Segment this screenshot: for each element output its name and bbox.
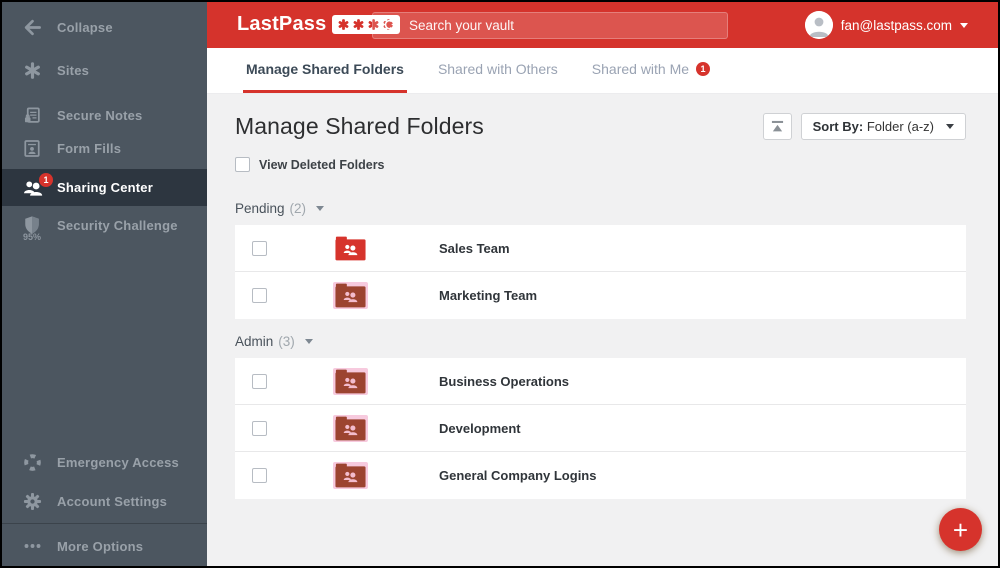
tab-bar: Manage Shared Folders Shared with Others…	[207, 48, 998, 94]
sidebar-item-form-fills[interactable]: Form Fills	[2, 132, 207, 164]
account-menu[interactable]: fan@lastpass.com	[804, 11, 968, 39]
tab-shared-with-others[interactable]: Shared with Others	[435, 48, 561, 93]
main-content: Manage Shared Folders Sort By: Folder (a…	[207, 94, 998, 566]
icon-cell	[319, 282, 381, 309]
tab-label: Shared with Me	[591, 61, 690, 77]
sidebar-item-label: Secure Notes	[57, 107, 143, 123]
sidebar-item-label: Security Challenge	[57, 217, 178, 233]
tab-label: Shared with Others	[437, 61, 558, 77]
page-title: Manage Shared Folders	[235, 113, 484, 139]
account-email: fan@lastpass.com	[840, 17, 952, 33]
view-deleted-checkbox[interactable]	[235, 157, 250, 172]
group-count: (3)	[278, 334, 295, 349]
content-header: Manage Shared Folders Sort By: Folder (a…	[235, 113, 966, 140]
group-header-admin[interactable]: Admin (3)	[235, 334, 966, 349]
folder-name: Marketing Team	[439, 288, 538, 303]
shared-folder-icon	[332, 282, 368, 309]
folder-name: Business Operations	[439, 373, 570, 389]
search-input[interactable]	[409, 18, 717, 33]
group-header-pending[interactable]: Pending (2)	[235, 201, 966, 216]
shared-folder-icon	[332, 414, 368, 442]
sidebar-item-label: Sharing Center	[57, 180, 153, 195]
sidebar-item-secure-notes[interactable]: Secure Notes	[2, 99, 207, 131]
sidebar-item-label: Form Fills	[57, 140, 122, 156]
folder-row[interactable]: General Company Logins	[235, 452, 966, 499]
sidebar-item-label: Emergency Access	[57, 454, 179, 470]
folder-name: General Company Logins	[439, 468, 597, 483]
row-checkbox[interactable]	[252, 240, 267, 256]
folder-list-pending: Sales Team Marketing Team	[235, 225, 966, 319]
security-score: 95%	[22, 232, 41, 242]
sidebar-item-label: Collapse	[57, 19, 113, 35]
gear-icon	[19, 492, 45, 511]
row-checkbox[interactable]	[252, 468, 267, 483]
chevron-down-icon	[946, 124, 954, 129]
search-icon	[383, 18, 399, 34]
sidebar-item-label: Account Settings	[57, 493, 168, 509]
lastpass-logo-text: LastPass	[237, 13, 327, 35]
group-count: (2)	[289, 201, 307, 216]
life-ring-icon	[19, 453, 45, 472]
secure-note-icon	[19, 106, 45, 125]
folder-name: Development	[439, 420, 521, 436]
row-checkbox[interactable]	[252, 288, 267, 303]
tab-shared-with-me[interactable]: Shared with Me 1	[589, 48, 713, 93]
header-controls: Sort By: Folder (a-z)	[762, 113, 966, 140]
collapse-all-button[interactable]	[762, 113, 792, 140]
sort-value: Folder (a-z)	[866, 119, 934, 134]
vault-search	[372, 12, 728, 39]
icon-cell	[319, 462, 381, 489]
sidebar-item-sites[interactable]: Sites	[2, 54, 207, 86]
view-deleted-folders-toggle[interactable]: View Deleted Folders	[235, 157, 966, 172]
shared-folder-icon	[332, 367, 368, 395]
chevron-down-icon	[960, 22, 968, 28]
lastpass-vault-window: Collapse Sites Secure Notes Form Fills 1	[0, 0, 1000, 568]
folder-row[interactable]: Marketing Team	[235, 272, 966, 319]
arrow-left-icon	[19, 18, 45, 37]
folder-row[interactable]: Sales Team	[235, 225, 966, 272]
sidebar-item-sharing-center[interactable]: 1 Sharing Center	[2, 169, 207, 206]
tab-label: Manage Shared Folders	[246, 61, 404, 77]
sort-dropdown[interactable]: Sort By: Folder (a-z)	[800, 113, 966, 140]
sidebar-item-collapse[interactable]: Collapse	[2, 11, 207, 43]
icon-cell	[319, 235, 381, 262]
sidebar: Collapse Sites Secure Notes Form Fills 1	[2, 2, 207, 566]
sidebar-item-label: Sites	[57, 62, 90, 78]
shared-with-me-badge: 1	[696, 62, 711, 76]
shared-folder-icon	[333, 235, 368, 262]
avatar	[804, 11, 833, 39]
ellipsis-icon	[19, 543, 45, 549]
topbar: LastPass fan@lastpass.com	[207, 2, 998, 48]
icon-cell	[319, 367, 381, 395]
row-checkbox[interactable]	[252, 420, 267, 436]
sharing-people-icon: 1	[19, 172, 53, 197]
sidebar-item-label: More Options	[57, 538, 144, 554]
sidebar-item-emergency-access[interactable]: Emergency Access	[2, 446, 207, 478]
view-deleted-label: View Deleted Folders	[259, 157, 385, 172]
row-checkbox[interactable]	[252, 373, 267, 389]
sharing-center-badge: 1	[39, 172, 53, 187]
folder-row[interactable]: Development	[235, 405, 966, 452]
chevron-down-icon	[316, 206, 325, 211]
collapse-all-icon	[770, 120, 785, 133]
asterisk-icon	[19, 61, 45, 80]
sidebar-item-security-challenge[interactable]: Security Challenge 95%	[2, 209, 207, 242]
icon-cell	[319, 414, 381, 442]
folder-list-admin: Business Operations Development General …	[235, 358, 966, 499]
sidebar-divider	[2, 523, 207, 524]
shared-folder-icon	[332, 462, 368, 489]
folder-row[interactable]: Business Operations	[235, 358, 966, 405]
add-shared-folder-button[interactable]: +	[939, 508, 982, 551]
folder-name: Sales Team	[439, 240, 510, 256]
sort-label: Sort By:	[812, 119, 864, 134]
sidebar-item-more-options[interactable]: More Options	[2, 530, 207, 562]
sidebar-item-account-settings[interactable]: Account Settings	[2, 485, 207, 517]
group-name: Pending	[235, 201, 285, 216]
form-fill-icon	[19, 139, 45, 158]
tab-manage-shared-folders[interactable]: Manage Shared Folders	[243, 48, 407, 93]
group-name: Admin	[235, 334, 274, 349]
chevron-down-icon	[304, 339, 313, 344]
